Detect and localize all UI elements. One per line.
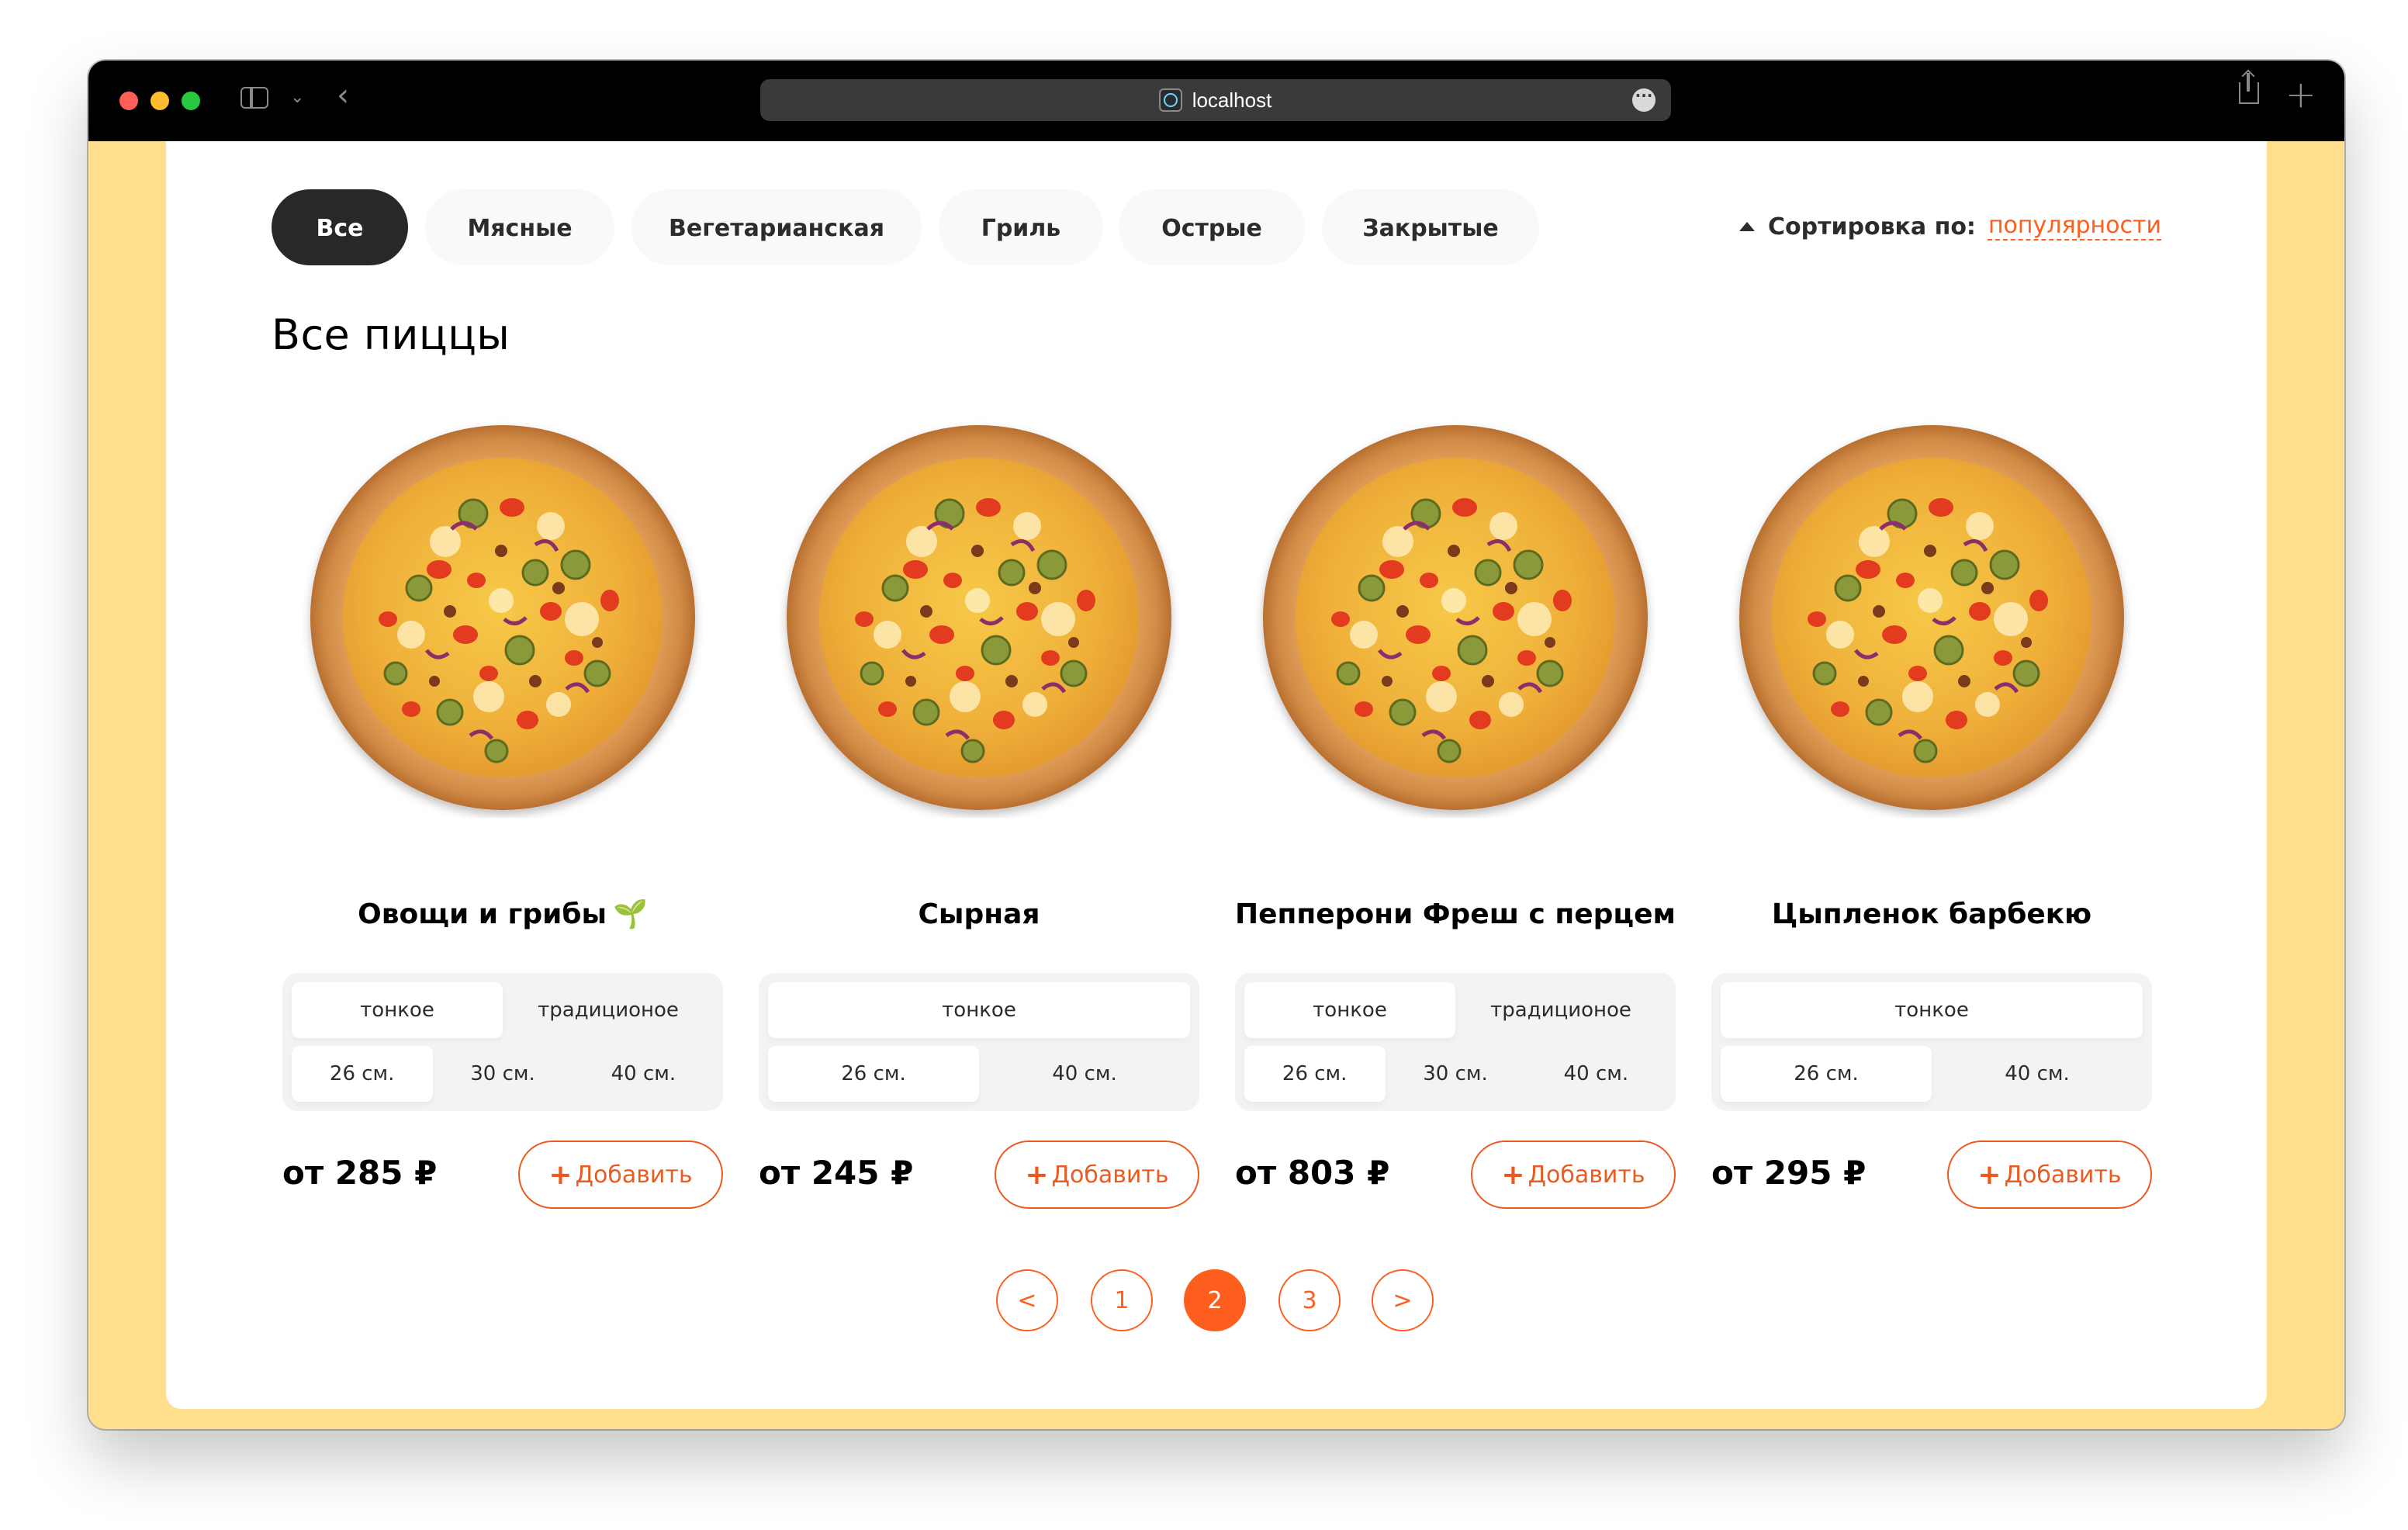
address-bar[interactable]: localhost ··· xyxy=(760,79,1671,121)
pizza-price: от 803 ₽ xyxy=(1235,1154,1390,1192)
pizza-options: тонкое традиционое 26 см. 30 см. 40 см. xyxy=(282,973,723,1111)
size-option[interactable]: 26 см. xyxy=(1721,1046,1932,1102)
size-option[interactable]: 26 см. xyxy=(768,1046,979,1102)
pagination-page-button[interactable]: 3 xyxy=(1278,1269,1341,1331)
add-to-cart-button[interactable]: + Добавить xyxy=(518,1141,723,1209)
page-title: Все пиццы xyxy=(272,312,510,360)
dough-options: тонкое xyxy=(1721,982,2143,1038)
sort-control: Сортировка по: популярности xyxy=(1739,211,2161,241)
pizza-options: тонкое традиционое 26 см. 30 см. 40 см. xyxy=(1235,973,1676,1111)
size-option[interactable]: 30 см. xyxy=(1385,1046,1525,1102)
pagination-prev-button[interactable]: < xyxy=(996,1269,1058,1331)
pizza-card: Пепперони Фреш с перцем тонкое традицион… xyxy=(1235,417,1676,1209)
pizza-options: тонкое 26 см. 40 см. xyxy=(1711,973,2152,1111)
add-button-label: Добавить xyxy=(1527,1161,1645,1189)
add-button-label: Добавить xyxy=(2004,1161,2122,1189)
pizza-title: Овощи и грибы 🌱 xyxy=(358,898,648,931)
size-option[interactable]: 26 см. xyxy=(292,1046,433,1102)
pizza-card: Овощи и грибы 🌱 тонкое традиционое 26 см.… xyxy=(282,417,723,1209)
pizza-card: Цыпленок барбекю тонкое 26 см. 40 см. от… xyxy=(1711,417,2152,1209)
pizza-image xyxy=(1732,417,2132,818)
add-to-cart-button[interactable]: + Добавить xyxy=(1471,1141,1676,1209)
add-to-cart-button[interactable]: + Добавить xyxy=(1947,1141,2152,1209)
share-icon[interactable] xyxy=(2239,73,2259,104)
size-options: 26 см. 40 см. xyxy=(768,1046,1190,1102)
chevron-down-icon[interactable]: ⌄ xyxy=(290,87,304,107)
add-to-cart-button[interactable]: + Добавить xyxy=(995,1141,1199,1209)
more-options-icon[interactable]: ··· xyxy=(1632,88,1656,112)
pagination-next-button[interactable]: > xyxy=(1372,1269,1434,1331)
dough-option[interactable]: тонкое xyxy=(768,982,1190,1038)
size-option[interactable]: 40 см. xyxy=(573,1046,714,1102)
size-option[interactable]: 40 см. xyxy=(1932,1046,2143,1102)
pizza-price: от 245 ₽ xyxy=(759,1154,914,1192)
size-option[interactable]: 40 см. xyxy=(1526,1046,1666,1102)
add-button-label: Добавить xyxy=(575,1161,693,1189)
dough-option[interactable]: традиционое xyxy=(503,982,714,1038)
category-spicy[interactable]: Острые xyxy=(1119,189,1305,265)
zoom-window-button[interactable] xyxy=(182,92,200,110)
dough-option[interactable]: тонкое xyxy=(1244,982,1455,1038)
pizza-image xyxy=(779,417,1179,818)
browser-window: ⌄ ‹ localhost ··· + Все Мясные Вегетариа… xyxy=(88,61,2344,1429)
category-meat[interactable]: Мясные xyxy=(425,189,614,265)
pagination-page-button-current[interactable]: 2 xyxy=(1184,1269,1246,1331)
plus-icon: + xyxy=(1501,1158,1525,1191)
dough-option[interactable]: традиционое xyxy=(1455,982,1666,1038)
address-bar-url: localhost xyxy=(1192,88,1272,112)
pizza-title: Пепперони Фреш с перцем xyxy=(1235,898,1676,931)
dough-options: тонкое традиционое xyxy=(1244,982,1666,1038)
sort-label: Сортировка по: xyxy=(1767,212,1976,240)
close-window-button[interactable] xyxy=(119,92,138,110)
dough-option[interactable]: тонкое xyxy=(1721,982,2143,1038)
plus-icon: + xyxy=(548,1158,573,1191)
sort-arrow-up-icon xyxy=(1739,221,1756,230)
dough-options: тонкое xyxy=(768,982,1190,1038)
dough-option[interactable]: тонкое xyxy=(292,982,503,1038)
pizza-image xyxy=(1255,417,1656,818)
new-tab-plus-icon[interactable]: + xyxy=(2285,76,2316,113)
leaf-icon: 🌱 xyxy=(613,898,648,931)
pizza-options: тонкое 26 см. 40 см. xyxy=(759,973,1199,1111)
size-options: 26 см. 30 см. 40 см. xyxy=(292,1046,714,1102)
size-option[interactable]: 26 см. xyxy=(1244,1046,1386,1102)
size-option[interactable]: 30 см. xyxy=(432,1046,573,1102)
pizza-price: от 285 ₽ xyxy=(282,1154,438,1192)
react-favicon-icon xyxy=(1159,88,1183,112)
page-content: Все Мясные Вегетарианская Гриль Острые З… xyxy=(166,141,2267,1409)
pagination-page-button[interactable]: 1 xyxy=(1091,1269,1153,1331)
size-options: 26 см. 30 см. 40 см. xyxy=(1244,1046,1666,1102)
back-arrow-icon[interactable]: ‹ xyxy=(337,79,349,110)
add-button-label: Добавить xyxy=(1051,1161,1169,1189)
minimize-window-button[interactable] xyxy=(150,92,169,110)
category-closed[interactable]: Закрытые xyxy=(1322,189,1539,265)
category-vegetarian[interactable]: Вегетарианская xyxy=(631,189,922,265)
dough-options: тонкое традиционое xyxy=(292,982,714,1038)
pizza-title: Сырная xyxy=(918,898,1040,931)
category-grill[interactable]: Гриль xyxy=(939,189,1103,265)
plus-icon: + xyxy=(1977,1158,2001,1191)
sidebar-toggle-icon[interactable] xyxy=(240,87,268,109)
pizza-card: Сырная тонкое 26 см. 40 см. от 245 ₽ + До… xyxy=(759,417,1199,1209)
category-all[interactable]: Все xyxy=(272,189,408,265)
size-option[interactable]: 40 см. xyxy=(979,1046,1190,1102)
plus-icon: + xyxy=(1025,1158,1049,1191)
size-options: 26 см. 40 см. xyxy=(1721,1046,2143,1102)
pizza-price: от 295 ₽ xyxy=(1711,1154,1867,1192)
screen: ⌄ ‹ localhost ··· + Все Мясные Вегетариа… xyxy=(0,0,2408,1530)
sort-value-link[interactable]: популярности xyxy=(1988,211,2161,241)
pizza-image xyxy=(303,417,703,818)
browser-titlebar: ⌄ ‹ localhost ··· + xyxy=(88,61,2344,141)
pizza-title: Цыпленок барбекю xyxy=(1771,898,2092,931)
